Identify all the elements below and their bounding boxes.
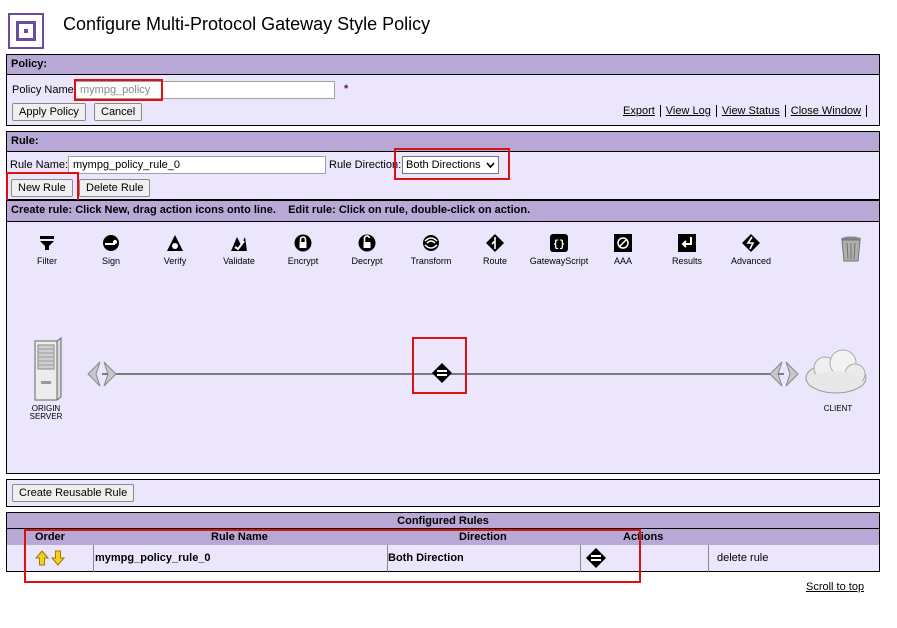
route-icon: [486, 234, 504, 252]
action-aaa[interactable]: AAA: [591, 234, 655, 266]
validate-icon: [231, 237, 247, 251]
origin-server-label: ORIGIN SERVER: [22, 405, 70, 421]
action-decrypt[interactable]: Decrypt: [335, 234, 399, 266]
view-status-link[interactable]: View Status: [722, 105, 780, 117]
filter-icon: [40, 236, 54, 250]
action-filter[interactable]: Filter: [15, 234, 79, 266]
left-direction-arrows: [86, 360, 118, 391]
double-arrow-icon: [87, 361, 117, 387]
svg-text:{}: {}: [553, 239, 565, 251]
required-mark: *: [344, 83, 349, 95]
trash-button[interactable]: [840, 235, 862, 266]
action-gatewayscript[interactable]: {} GatewayScript: [527, 234, 591, 266]
cell-divider: [708, 545, 709, 572]
action-validate[interactable]: Validate: [207, 234, 271, 266]
cloud-icon: [805, 349, 867, 394]
action-results[interactable]: Results: [655, 234, 719, 266]
rule-direction-highlight: [394, 148, 510, 180]
rule-name-input[interactable]: [68, 156, 326, 174]
decrypt-icon: [358, 234, 376, 252]
rule-name-label: Rule Name:: [10, 159, 69, 171]
action-encrypt[interactable]: Encrypt: [271, 234, 335, 266]
action-route[interactable]: Route: [463, 234, 527, 266]
action-verify[interactable]: Verify: [143, 234, 207, 266]
app-logo: [8, 13, 44, 49]
right-direction-arrows: [768, 360, 800, 391]
export-link[interactable]: Export: [623, 105, 655, 117]
gatewayscript-icon: {}: [550, 234, 568, 252]
policy-name-highlight: [74, 79, 163, 101]
match-action-highlight: [412, 337, 467, 394]
action-sign[interactable]: Sign: [79, 234, 143, 266]
results-icon: [678, 234, 696, 252]
origin-server: [33, 337, 63, 404]
action-label: Verify: [163, 256, 187, 266]
apply-policy-button[interactable]: Apply Policy: [12, 103, 86, 121]
action-label: Results: [671, 256, 702, 266]
double-arrow-icon: [769, 361, 799, 387]
action-advanced[interactable]: Advanced: [719, 234, 783, 266]
scroll-to-top-container: Scroll to top: [806, 581, 864, 593]
delete-rule-link[interactable]: delete rule: [717, 552, 768, 564]
action-label: AAA: [613, 256, 632, 266]
cancel-button[interactable]: Cancel: [94, 103, 143, 121]
configured-rules-title: Configured Rules: [6, 512, 880, 529]
sign-icon: [103, 235, 119, 251]
encrypt-icon: [294, 234, 312, 252]
action-label: GatewayScript: [529, 256, 589, 266]
action-label: Sign: [101, 256, 120, 266]
origin-label-line2: SERVER: [29, 412, 63, 421]
action-label: Transform: [410, 256, 452, 266]
policy-header: Policy:: [6, 54, 880, 75]
action-label: Advanced: [730, 256, 772, 266]
action-label: Decrypt: [351, 256, 383, 266]
delete-rule-button[interactable]: Delete Rule: [79, 179, 151, 197]
new-rule-highlight: [6, 172, 79, 202]
configured-row-highlight: [24, 529, 641, 583]
action-label: Encrypt: [287, 256, 319, 266]
advanced-icon: [742, 234, 760, 252]
rule-direction-label: Rule Direction:: [329, 159, 402, 171]
page-title: Configure Multi-Protocol Gateway Style P…: [63, 14, 431, 34]
instructions-bar: Create rule: Click New, drag action icon…: [6, 200, 880, 222]
action-label: Route: [482, 256, 508, 266]
trash-icon: [841, 236, 861, 262]
client: [803, 346, 869, 405]
close-window-link[interactable]: Close Window: [791, 105, 861, 117]
action-label: Validate: [223, 256, 255, 266]
view-log-link[interactable]: View Log: [666, 105, 711, 117]
transform-icon: [423, 235, 439, 251]
scroll-to-top-link[interactable]: Scroll to top: [806, 581, 864, 593]
client-label: CLIENT: [823, 404, 853, 413]
action-label: Filter: [37, 256, 57, 266]
server-icon: [34, 337, 62, 401]
aaa-icon: [614, 234, 632, 252]
verify-icon: [167, 235, 183, 251]
create-reusable-rule-button[interactable]: Create Reusable Rule: [12, 484, 135, 502]
reusable-panel: [6, 479, 880, 507]
policy-links: Export View Log View Status Close Window: [623, 105, 872, 118]
action-transform[interactable]: Transform: [399, 234, 463, 266]
policy-name-label: Policy Name: [12, 84, 74, 96]
